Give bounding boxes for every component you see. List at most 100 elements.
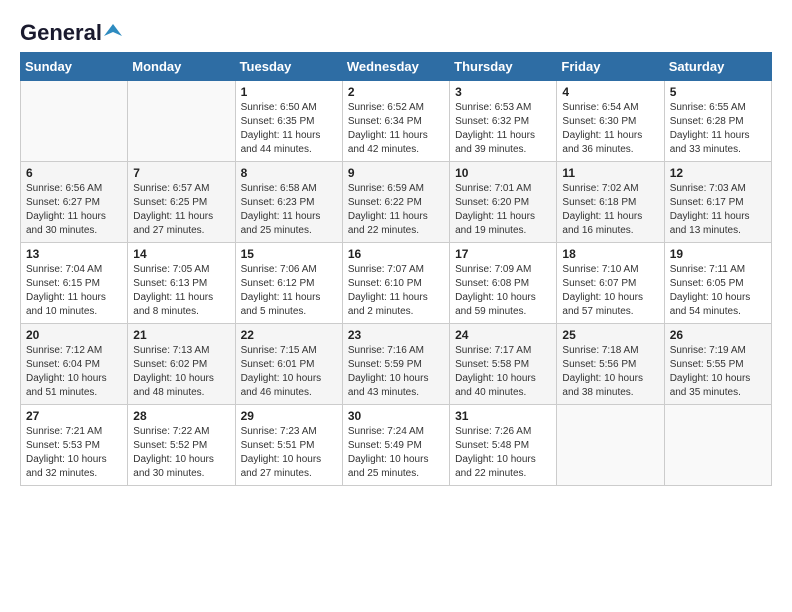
day-info: Sunrise: 6:53 AMSunset: 6:32 PMDaylight:… <box>455 101 551 157</box>
day-number: 20 <box>26 328 122 342</box>
day-number: 29 <box>241 409 337 423</box>
day-number: 30 <box>348 409 444 423</box>
day-number: 27 <box>26 409 122 423</box>
day-info: Sunrise: 7:09 AMSunset: 6:08 PMDaylight:… <box>455 263 551 319</box>
day-number: 25 <box>562 328 658 342</box>
calendar-header-thursday: Thursday <box>450 53 557 81</box>
day-info: Sunrise: 7:11 AMSunset: 6:05 PMDaylight:… <box>670 263 766 319</box>
day-info: Sunrise: 6:54 AMSunset: 6:30 PMDaylight:… <box>562 101 658 157</box>
logo: General <box>20 20 122 42</box>
header: General <box>20 20 772 42</box>
day-number: 8 <box>241 166 337 180</box>
day-number: 28 <box>133 409 229 423</box>
calendar-cell: 14 Sunrise: 7:05 AMSunset: 6:13 PMDaylig… <box>128 243 235 324</box>
day-number: 4 <box>562 85 658 99</box>
calendar-cell: 11 Sunrise: 7:02 AMSunset: 6:18 PMDaylig… <box>557 162 664 243</box>
day-number: 6 <box>26 166 122 180</box>
calendar-cell: 31 Sunrise: 7:26 AMSunset: 5:48 PMDaylig… <box>450 405 557 486</box>
calendar-header-saturday: Saturday <box>664 53 771 81</box>
day-number: 23 <box>348 328 444 342</box>
day-number: 21 <box>133 328 229 342</box>
calendar-week-row: 1 Sunrise: 6:50 AMSunset: 6:35 PMDayligh… <box>21 81 772 162</box>
day-info: Sunrise: 7:03 AMSunset: 6:17 PMDaylight:… <box>670 182 766 238</box>
day-number: 3 <box>455 85 551 99</box>
calendar-week-row: 20 Sunrise: 7:12 AMSunset: 6:04 PMDaylig… <box>21 324 772 405</box>
day-info: Sunrise: 7:04 AMSunset: 6:15 PMDaylight:… <box>26 263 122 319</box>
calendar-header-sunday: Sunday <box>21 53 128 81</box>
day-number: 1 <box>241 85 337 99</box>
calendar-header-tuesday: Tuesday <box>235 53 342 81</box>
calendar-cell: 10 Sunrise: 7:01 AMSunset: 6:20 PMDaylig… <box>450 162 557 243</box>
day-info: Sunrise: 7:01 AMSunset: 6:20 PMDaylight:… <box>455 182 551 238</box>
day-info: Sunrise: 7:12 AMSunset: 6:04 PMDaylight:… <box>26 344 122 400</box>
day-info: Sunrise: 6:56 AMSunset: 6:27 PMDaylight:… <box>26 182 122 238</box>
day-info: Sunrise: 7:07 AMSunset: 6:10 PMDaylight:… <box>348 263 444 319</box>
day-info: Sunrise: 7:02 AMSunset: 6:18 PMDaylight:… <box>562 182 658 238</box>
day-info: Sunrise: 7:23 AMSunset: 5:51 PMDaylight:… <box>241 425 337 481</box>
day-info: Sunrise: 7:17 AMSunset: 5:58 PMDaylight:… <box>455 344 551 400</box>
calendar-cell: 21 Sunrise: 7:13 AMSunset: 6:02 PMDaylig… <box>128 324 235 405</box>
calendar-cell: 7 Sunrise: 6:57 AMSunset: 6:25 PMDayligh… <box>128 162 235 243</box>
calendar-cell: 8 Sunrise: 6:58 AMSunset: 6:23 PMDayligh… <box>235 162 342 243</box>
day-info: Sunrise: 6:50 AMSunset: 6:35 PMDaylight:… <box>241 101 337 157</box>
calendar-cell: 15 Sunrise: 7:06 AMSunset: 6:12 PMDaylig… <box>235 243 342 324</box>
logo-bird-icon <box>104 22 122 40</box>
day-info: Sunrise: 6:58 AMSunset: 6:23 PMDaylight:… <box>241 182 337 238</box>
calendar-table: SundayMondayTuesdayWednesdayThursdayFrid… <box>20 52 772 486</box>
day-number: 9 <box>348 166 444 180</box>
day-number: 24 <box>455 328 551 342</box>
day-number: 13 <box>26 247 122 261</box>
calendar-cell: 16 Sunrise: 7:07 AMSunset: 6:10 PMDaylig… <box>342 243 449 324</box>
calendar-cell <box>21 81 128 162</box>
day-info: Sunrise: 7:18 AMSunset: 5:56 PMDaylight:… <box>562 344 658 400</box>
calendar-cell: 9 Sunrise: 6:59 AMSunset: 6:22 PMDayligh… <box>342 162 449 243</box>
day-number: 18 <box>562 247 658 261</box>
day-info: Sunrise: 6:57 AMSunset: 6:25 PMDaylight:… <box>133 182 229 238</box>
day-number: 15 <box>241 247 337 261</box>
calendar-cell: 28 Sunrise: 7:22 AMSunset: 5:52 PMDaylig… <box>128 405 235 486</box>
calendar-cell: 3 Sunrise: 6:53 AMSunset: 6:32 PMDayligh… <box>450 81 557 162</box>
calendar-cell: 12 Sunrise: 7:03 AMSunset: 6:17 PMDaylig… <box>664 162 771 243</box>
day-info: Sunrise: 7:24 AMSunset: 5:49 PMDaylight:… <box>348 425 444 481</box>
logo-general: General <box>20 20 102 46</box>
day-number: 7 <box>133 166 229 180</box>
calendar-cell: 13 Sunrise: 7:04 AMSunset: 6:15 PMDaylig… <box>21 243 128 324</box>
day-number: 5 <box>670 85 766 99</box>
day-info: Sunrise: 7:22 AMSunset: 5:52 PMDaylight:… <box>133 425 229 481</box>
day-number: 31 <box>455 409 551 423</box>
day-number: 26 <box>670 328 766 342</box>
calendar-cell: 30 Sunrise: 7:24 AMSunset: 5:49 PMDaylig… <box>342 405 449 486</box>
calendar-cell: 24 Sunrise: 7:17 AMSunset: 5:58 PMDaylig… <box>450 324 557 405</box>
day-info: Sunrise: 7:21 AMSunset: 5:53 PMDaylight:… <box>26 425 122 481</box>
day-info: Sunrise: 6:59 AMSunset: 6:22 PMDaylight:… <box>348 182 444 238</box>
calendar-cell: 19 Sunrise: 7:11 AMSunset: 6:05 PMDaylig… <box>664 243 771 324</box>
day-number: 17 <box>455 247 551 261</box>
day-info: Sunrise: 7:10 AMSunset: 6:07 PMDaylight:… <box>562 263 658 319</box>
calendar-cell: 26 Sunrise: 7:19 AMSunset: 5:55 PMDaylig… <box>664 324 771 405</box>
calendar-cell <box>557 405 664 486</box>
day-info: Sunrise: 7:26 AMSunset: 5:48 PMDaylight:… <box>455 425 551 481</box>
day-number: 19 <box>670 247 766 261</box>
day-info: Sunrise: 7:05 AMSunset: 6:13 PMDaylight:… <box>133 263 229 319</box>
calendar-header-monday: Monday <box>128 53 235 81</box>
calendar-cell: 25 Sunrise: 7:18 AMSunset: 5:56 PMDaylig… <box>557 324 664 405</box>
day-number: 12 <box>670 166 766 180</box>
calendar-week-row: 13 Sunrise: 7:04 AMSunset: 6:15 PMDaylig… <box>21 243 772 324</box>
day-info: Sunrise: 6:52 AMSunset: 6:34 PMDaylight:… <box>348 101 444 157</box>
calendar-cell: 4 Sunrise: 6:54 AMSunset: 6:30 PMDayligh… <box>557 81 664 162</box>
calendar-cell: 23 Sunrise: 7:16 AMSunset: 5:59 PMDaylig… <box>342 324 449 405</box>
calendar-cell: 6 Sunrise: 6:56 AMSunset: 6:27 PMDayligh… <box>21 162 128 243</box>
calendar-week-row: 27 Sunrise: 7:21 AMSunset: 5:53 PMDaylig… <box>21 405 772 486</box>
day-number: 10 <box>455 166 551 180</box>
calendar-cell: 29 Sunrise: 7:23 AMSunset: 5:51 PMDaylig… <box>235 405 342 486</box>
calendar-cell: 18 Sunrise: 7:10 AMSunset: 6:07 PMDaylig… <box>557 243 664 324</box>
day-number: 16 <box>348 247 444 261</box>
calendar-header-wednesday: Wednesday <box>342 53 449 81</box>
day-info: Sunrise: 7:13 AMSunset: 6:02 PMDaylight:… <box>133 344 229 400</box>
day-info: Sunrise: 7:19 AMSunset: 5:55 PMDaylight:… <box>670 344 766 400</box>
calendar-cell: 22 Sunrise: 7:15 AMSunset: 6:01 PMDaylig… <box>235 324 342 405</box>
calendar-cell: 1 Sunrise: 6:50 AMSunset: 6:35 PMDayligh… <box>235 81 342 162</box>
calendar-cell: 2 Sunrise: 6:52 AMSunset: 6:34 PMDayligh… <box>342 81 449 162</box>
calendar-cell <box>128 81 235 162</box>
day-info: Sunrise: 6:55 AMSunset: 6:28 PMDaylight:… <box>670 101 766 157</box>
